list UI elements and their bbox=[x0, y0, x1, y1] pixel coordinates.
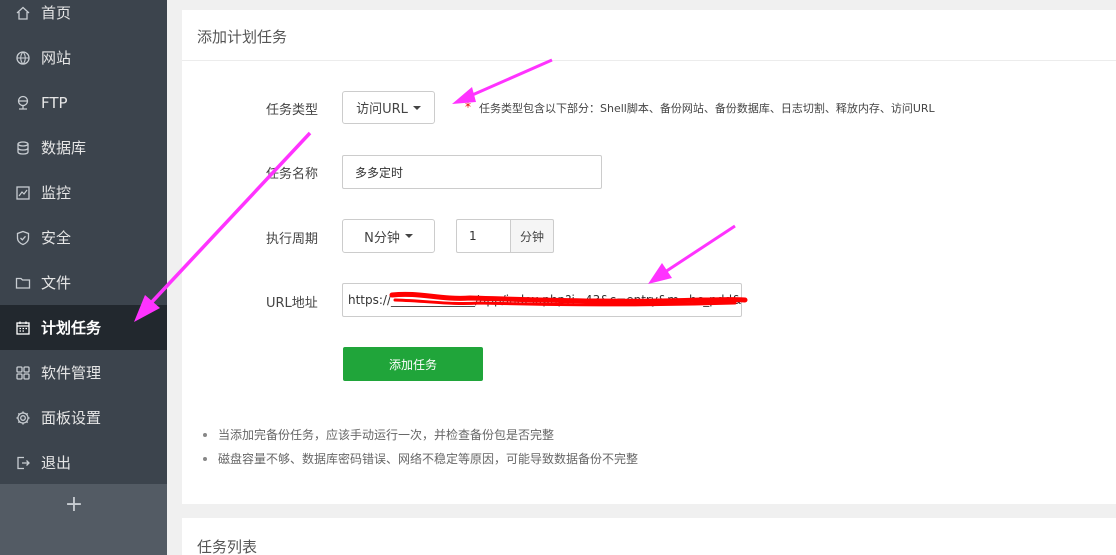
period-value: N分钟 bbox=[364, 230, 400, 246]
divider bbox=[182, 60, 1116, 61]
bullet-icon bbox=[203, 456, 207, 461]
sidebar-item-database[interactable]: 数据库 bbox=[0, 125, 167, 170]
period-select[interactable]: N分钟 bbox=[342, 219, 435, 253]
task-type-hint: 任务类型包含以下部分：Shell脚本、备份网站、备份数据库、日志切割、释放内存、… bbox=[479, 102, 935, 115]
sidebar-item-security[interactable]: 安全 bbox=[0, 215, 167, 260]
note-item: 磁盘容量不够、数据库密码错误、网络不稳定等原因，可能导致数据备份不完整 bbox=[203, 450, 638, 467]
task-name-label: 任务名称 bbox=[266, 167, 319, 182]
task-type-value: 访问URL bbox=[356, 102, 408, 117]
panel-title: 任务列表 bbox=[197, 538, 258, 555]
logout-icon bbox=[15, 455, 31, 471]
bullet-icon bbox=[203, 432, 207, 437]
sidebar-item-label: 计划任务 bbox=[41, 319, 102, 337]
period-amount-input[interactable]: 1 bbox=[456, 219, 512, 253]
sidebar-item-monitor[interactable]: 监控 bbox=[0, 170, 167, 215]
url-input[interactable]: https://______________/app/index.php?i=4… bbox=[342, 283, 742, 317]
calendar-icon bbox=[15, 320, 31, 336]
sidebar-item-label: FTP bbox=[41, 93, 68, 112]
sidebar-item-label: 文件 bbox=[41, 274, 72, 292]
sidebar-item-label: 面板设置 bbox=[41, 409, 102, 427]
sidebar-item-label: 软件管理 bbox=[41, 364, 102, 382]
caret-down-icon bbox=[412, 105, 421, 110]
add-task-button[interactable]: 添加任务 bbox=[343, 347, 483, 381]
add-button[interactable]: + bbox=[62, 491, 86, 519]
add-cron-panel: 添加计划任务 任务类型 访问URL * 任务类型包含以下部分：Shell脚本、备… bbox=[182, 10, 1116, 504]
sidebar-item-logout[interactable]: 退出 bbox=[0, 440, 167, 485]
required-star: * bbox=[465, 100, 471, 114]
note-item: 当添加完备份任务，应该手动运行一次，并检查备份包是否完整 bbox=[203, 426, 554, 443]
folder-icon bbox=[15, 275, 31, 291]
gear-icon bbox=[15, 410, 31, 426]
period-label: 执行周期 bbox=[266, 232, 319, 247]
task-list-panel: 任务列表 bbox=[182, 518, 1116, 555]
globe-icon bbox=[15, 50, 31, 66]
url-label: URL地址 bbox=[266, 296, 318, 311]
apps-grid-icon bbox=[15, 365, 31, 381]
sidebar-item-settings[interactable]: 面板设置 bbox=[0, 395, 167, 440]
home-icon bbox=[15, 5, 31, 21]
sidebar-item-label: 首页 bbox=[41, 4, 72, 22]
sidebar-item-label: 退出 bbox=[41, 454, 72, 472]
monitor-icon bbox=[15, 185, 31, 201]
sidebar-item-software[interactable]: 软件管理 bbox=[0, 350, 167, 395]
task-name-input[interactable]: 多多定时 bbox=[342, 155, 602, 189]
task-type-label: 任务类型 bbox=[266, 103, 319, 118]
sidebar-item-label: 安全 bbox=[41, 229, 72, 247]
sidebar-item-label: 数据库 bbox=[41, 139, 87, 157]
task-type-select[interactable]: 访问URL bbox=[342, 91, 435, 124]
sidebar-item-website[interactable]: 网站 bbox=[0, 35, 167, 80]
sidebar-item-files[interactable]: 文件 bbox=[0, 260, 167, 305]
caret-down-icon bbox=[404, 234, 413, 238]
sidebar-item-label: 监控 bbox=[41, 184, 72, 202]
period-unit: 分钟 bbox=[510, 219, 554, 253]
sidebar-item-ftp[interactable]: FTP bbox=[0, 80, 167, 125]
shield-icon bbox=[15, 230, 31, 246]
database-icon bbox=[15, 140, 31, 156]
sidebar: 首页 网站 FTP 数据库 监控 安全 文件 计划任务 软件管理 面板设置 退出… bbox=[0, 0, 167, 555]
panel-title: 添加计划任务 bbox=[197, 28, 288, 46]
sidebar-item-home[interactable]: 首页 bbox=[0, 0, 167, 35]
sidebar-item-cron[interactable]: 计划任务 bbox=[0, 305, 167, 350]
ftp-icon bbox=[15, 95, 31, 111]
sidebar-item-label: 网站 bbox=[41, 49, 72, 67]
